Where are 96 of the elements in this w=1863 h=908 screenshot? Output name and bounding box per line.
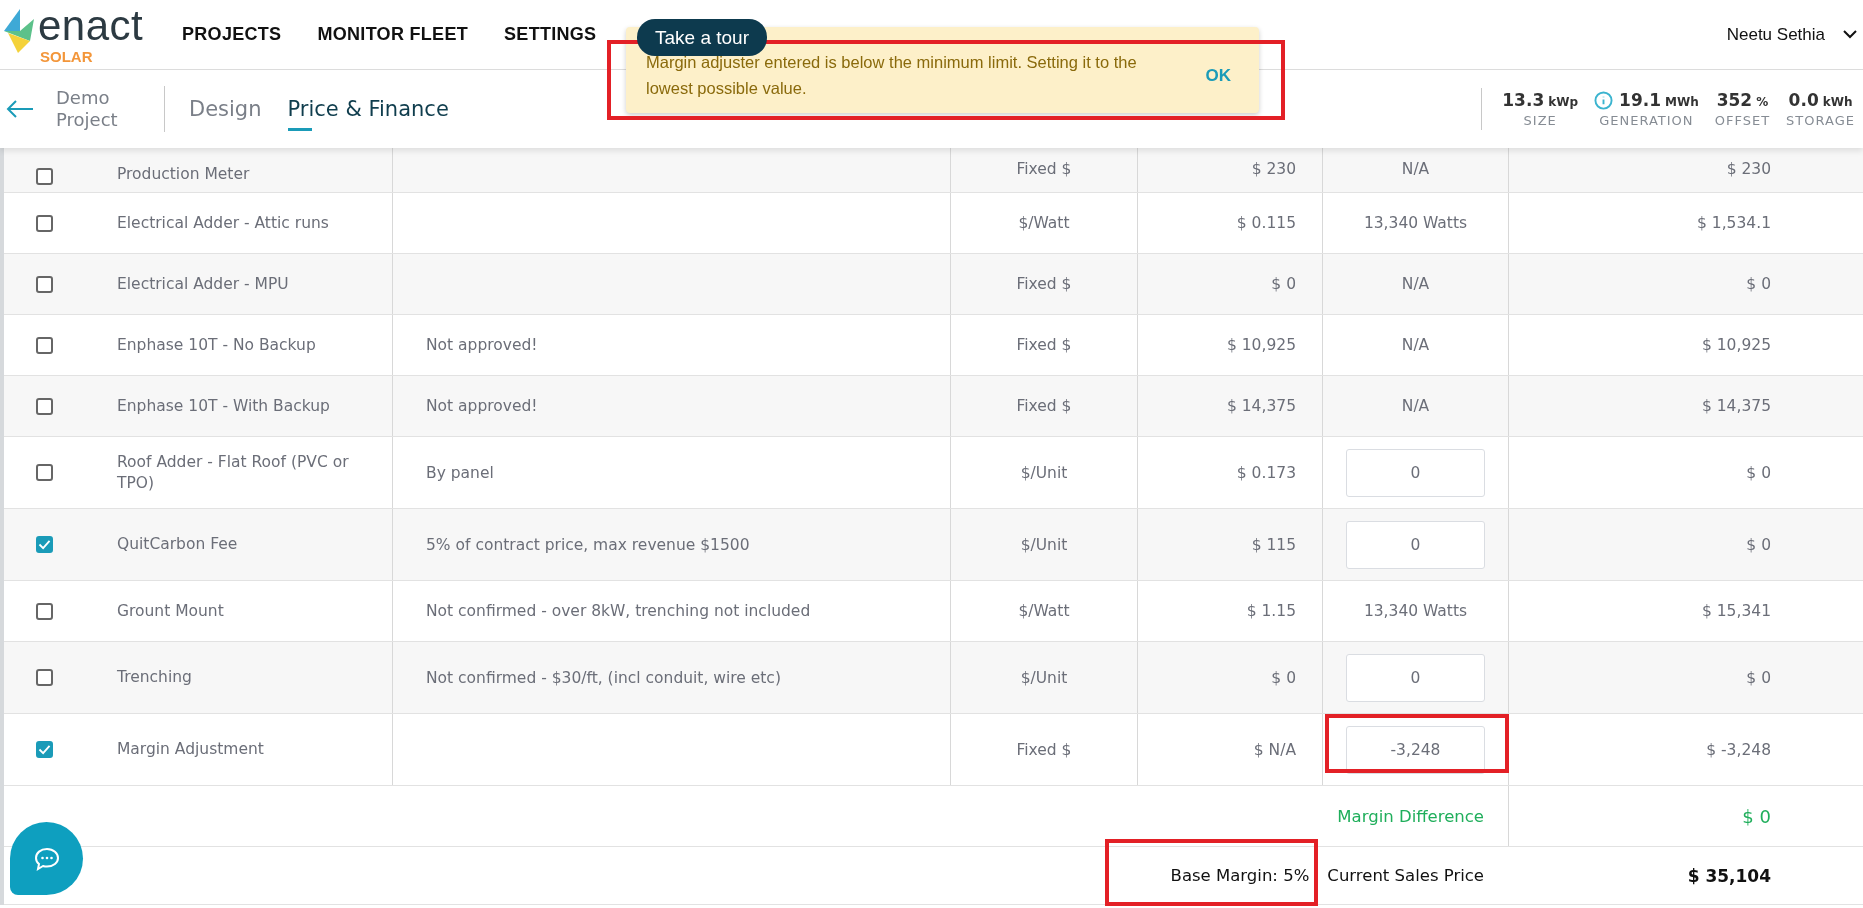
item-name: Roof Adder - Flat Roof (PVC or TPO) [117, 451, 350, 494]
checkbox[interactable] [36, 741, 53, 758]
unit-price: $ 0.173 [1236, 463, 1296, 482]
pricing-unit: $/Watt [1018, 602, 1070, 620]
base-margin: Base Margin: 5% [1170, 866, 1310, 885]
nav-link[interactable]: MONITOR FLEET [317, 24, 468, 45]
stat-value: 13.3 [1502, 90, 1545, 110]
checkbox[interactable] [36, 214, 53, 232]
checkbox[interactable] [36, 336, 53, 354]
stat-label: OFFSET [1714, 113, 1771, 128]
item-description: Not approved! [426, 397, 538, 415]
stat-value: 352 [1716, 90, 1753, 110]
item-name: Electrical Adder - Attic runs [117, 212, 329, 234]
brand-tagline: SOLAR [40, 49, 94, 64]
nav-link[interactable]: PROJECTS [182, 24, 282, 45]
item-name: Margin Adjustment [117, 739, 264, 760]
chevron-down-icon [1843, 30, 1857, 39]
pricing-unit: Fixed $ [1016, 275, 1072, 293]
logo-icon [4, 9, 34, 53]
margin-difference-value: $ 0 [1742, 805, 1771, 827]
line-total: $ -3,248 [1706, 740, 1771, 759]
stat-label: STORAGE [1786, 113, 1855, 128]
unit-price: $ 14,375 [1226, 397, 1296, 415]
pricing-unit: Fixed $ [1016, 160, 1072, 178]
quantity: N/A [1401, 160, 1430, 178]
chat-bubble-icon [33, 846, 60, 871]
quantity: 13,340 Watts [1363, 214, 1468, 232]
pricing-unit: Fixed $ [1016, 740, 1072, 759]
item-name: Enphase 10T - No Backup [117, 334, 316, 356]
checkbox[interactable] [36, 464, 53, 481]
checkbox[interactable] [36, 602, 53, 620]
line-total: $ 0 [1746, 535, 1771, 554]
checkbox[interactable] [36, 397, 53, 415]
brand-name: enact [38, 5, 144, 47]
user-menu[interactable]: Neetu Sethia [1726, 24, 1857, 45]
tour-button[interactable]: Take a tour [637, 19, 767, 56]
line-total: $ 0 [1746, 463, 1771, 482]
unit-price: $ 230 [1251, 160, 1296, 178]
line-total: $ 0 [1746, 668, 1771, 687]
stat-label: GENERATION [1599, 113, 1694, 128]
stat-value: 19.1 [1619, 90, 1661, 110]
unit-price: $ 115 [1251, 535, 1296, 554]
stat-unit: kWp [1548, 95, 1579, 109]
stat-unit: % [1756, 95, 1769, 109]
sales-price-label: Current Sales Price [1327, 866, 1484, 885]
quantity-field[interactable]: 0 [1346, 653, 1485, 702]
checkbox[interactable] [36, 669, 53, 686]
project-name: Demo Project [56, 86, 119, 132]
line-total: $ 0 [1746, 275, 1771, 293]
back-arrow-icon[interactable] [6, 99, 34, 119]
quantity: 13,340 Watts [1363, 602, 1468, 620]
unit-price: $ 0 [1271, 275, 1296, 293]
quantity: N/A [1401, 397, 1430, 415]
stat-value: 0.0 [1788, 90, 1819, 110]
item-description: By panel [426, 463, 494, 482]
item-description: 5% of contract price, max revenue $1500 [426, 535, 750, 554]
stat-unit: MWh [1665, 95, 1699, 109]
pricing-unit: $/Unit [1020, 535, 1068, 554]
line-total: $ 10,925 [1701, 336, 1771, 354]
checkbox[interactable] [36, 168, 53, 185]
pricing-unit: Fixed $ [1016, 397, 1072, 415]
checkbox[interactable] [36, 275, 53, 293]
unit-price: $ 10,925 [1226, 336, 1296, 354]
sales-price-value: $ 35,104 [1687, 865, 1771, 886]
stat-label: SIZE [1523, 113, 1557, 128]
unit-price: $ 0 [1271, 668, 1296, 687]
item-description: Not approved! [426, 336, 538, 354]
item-name: Grount Mount [117, 600, 224, 622]
stat-unit: kWh [1822, 95, 1853, 109]
line-total: $ 230 [1726, 160, 1771, 178]
item-name: Electrical Adder - MPU [117, 273, 289, 295]
margin-difference-label: Margin Difference [1337, 806, 1484, 826]
quantity-field[interactable]: 0 [1346, 448, 1485, 497]
line-total: $ 15,341 [1701, 602, 1771, 620]
quantity: N/A [1401, 275, 1430, 293]
pricing-unit: $/Unit [1020, 463, 1068, 482]
item-name: Trenching [117, 667, 192, 688]
line-total: $ 1,534.1 [1697, 214, 1771, 232]
pricing-unit: $/Watt [1018, 214, 1070, 232]
nav-link[interactable]: SETTINGS [504, 24, 597, 45]
item-name: Enphase 10T - With Backup [117, 395, 330, 417]
line-total: $ 14,375 [1701, 397, 1771, 415]
pricing-unit: Fixed $ [1016, 336, 1072, 354]
unit-price: $ N/A [1253, 740, 1296, 759]
unit-price: $ 0.115 [1236, 214, 1296, 232]
quantity-field[interactable]: -3,248 [1346, 725, 1485, 774]
item-description: Not confirmed - over 8kW, trenching not included [426, 602, 811, 620]
item-description: Not confirmed - $30/ft, (incl conduit, wire etc) [426, 668, 781, 687]
quantity-field[interactable]: 0 [1346, 520, 1485, 569]
pricing-unit: $/Unit [1020, 668, 1068, 687]
item-name: QuitCarbon Fee [117, 534, 238, 555]
checkbox[interactable] [36, 536, 53, 553]
item-name: Production Meter [117, 164, 250, 185]
quantity: N/A [1401, 336, 1430, 354]
tab[interactable]: Design [189, 91, 262, 127]
unit-price: $ 1.15 [1246, 602, 1296, 620]
